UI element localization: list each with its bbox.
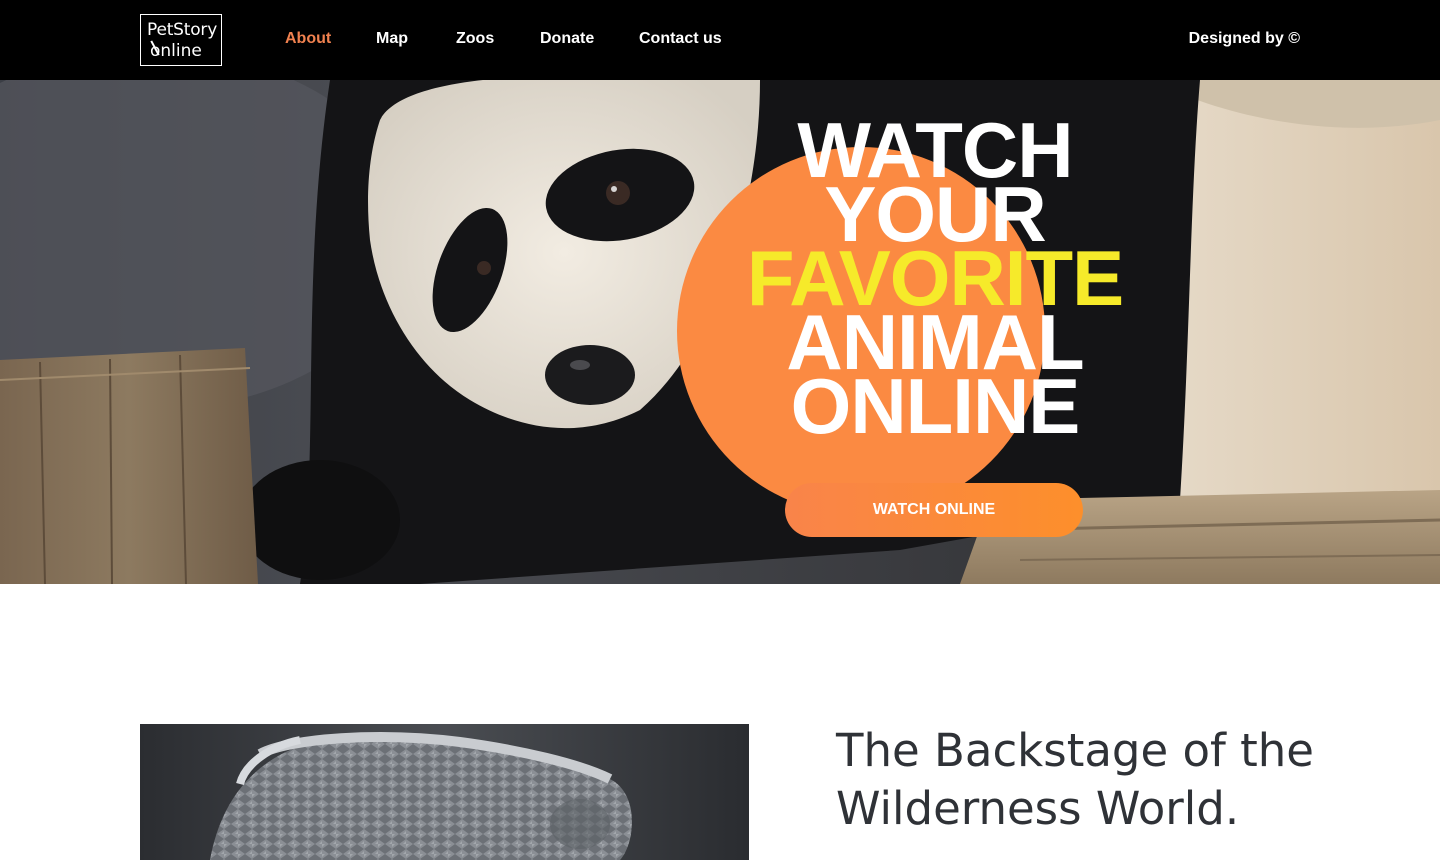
nav-link-donate[interactable]: Donate (540, 30, 594, 48)
nav-link-map[interactable]: Map (376, 30, 408, 48)
nav-link-about[interactable]: About (285, 30, 331, 48)
hero-banner: WATCH YOUR FAVORITE ANIMAL ONLINE WATCH … (0, 80, 1440, 584)
section-heading: The Backstage of the Wilderness World. (836, 724, 1314, 835)
headline-line-online: ONLINE (790, 362, 1081, 450)
watch-online-button[interactable]: WATCH ONLINE (785, 483, 1083, 537)
top-navigation-bar: PetStory online About Map Zoos Donate Co… (0, 0, 1440, 80)
logo-text-line1: PetStory (147, 20, 218, 40)
basket-image (140, 724, 749, 860)
logo-text-line2: online (147, 40, 221, 62)
nav-link-contact-us[interactable]: Contact us (639, 30, 722, 48)
petstory-logo[interactable]: PetStory online (140, 14, 222, 66)
designed-by-credit[interactable]: Designed by © (1189, 30, 1300, 48)
basket-photo (140, 724, 749, 860)
hero-headline: WATCH YOUR FAVORITE ANIMAL ONLINE (660, 111, 1210, 450)
nav-link-zoos[interactable]: Zoos (456, 30, 494, 48)
